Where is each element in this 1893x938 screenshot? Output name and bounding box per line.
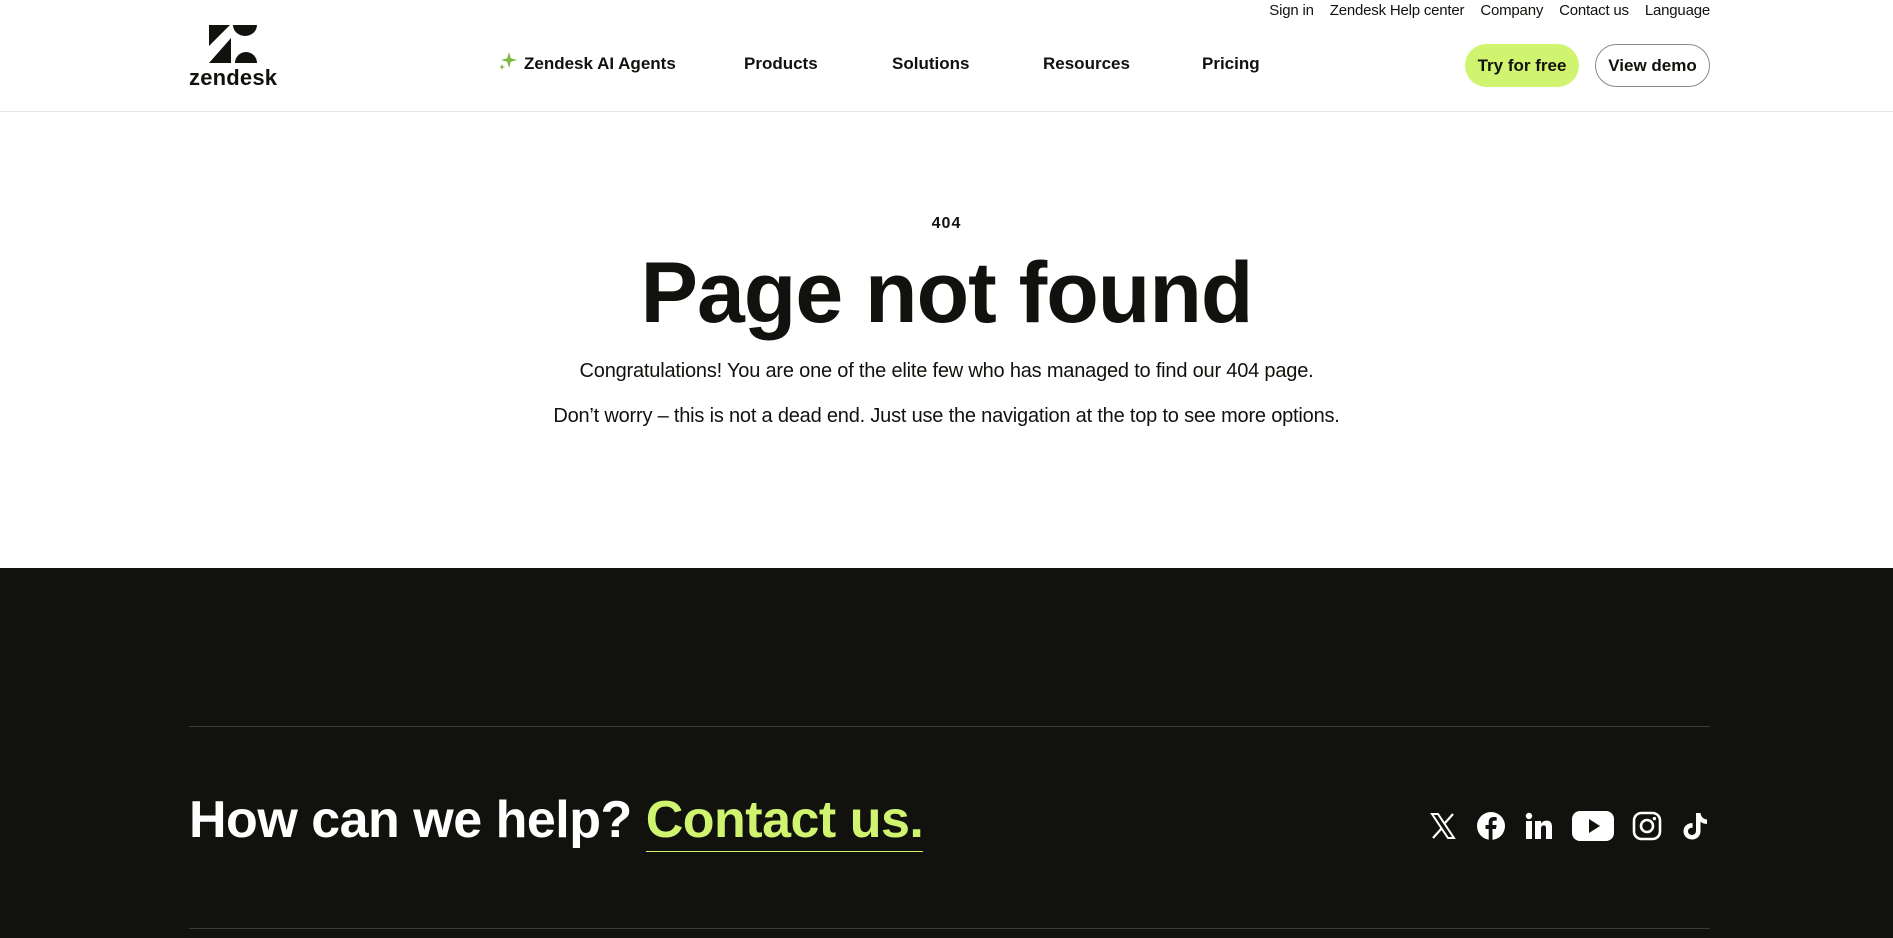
company-link[interactable]: Company — [1480, 2, 1543, 19]
contact-us-footer-link[interactable]: Contact us. — [645, 791, 924, 852]
error-code: 404 — [931, 215, 962, 232]
nav-ai-agents-label: Zendesk AI Agents — [524, 54, 676, 73]
linkedin-icon[interactable] — [1524, 811, 1554, 841]
footer-divider — [189, 726, 1710, 727]
sign-in-link[interactable]: Sign in — [1269, 2, 1314, 19]
site-header: Sign in Zendesk Help center Company Cont… — [0, 0, 1893, 112]
help-text: How can we help? — [189, 791, 632, 849]
utility-nav: Sign in Zendesk Help center Company Cont… — [1269, 2, 1710, 19]
youtube-icon[interactable] — [1572, 811, 1614, 841]
site-footer: How can we help? Contact us. — [0, 568, 1893, 938]
nav-products[interactable]: Products — [744, 54, 818, 74]
contact-us-link[interactable]: Contact us — [1559, 2, 1629, 19]
x-icon[interactable] — [1428, 811, 1458, 841]
social-links — [1428, 811, 1710, 841]
sparkle-icon — [499, 52, 517, 70]
page-title: Page not found — [640, 245, 1254, 341]
help-center-link[interactable]: Zendesk Help center — [1330, 2, 1465, 19]
nav-solutions[interactable]: Solutions — [892, 54, 969, 74]
nav-resources[interactable]: Resources — [1043, 54, 1130, 74]
error-message-1: Congratulations! You are one of the elit… — [579, 360, 1314, 382]
view-demo-button[interactable]: View demo — [1595, 44, 1710, 87]
facebook-icon[interactable] — [1476, 811, 1506, 841]
tiktok-icon[interactable] — [1680, 811, 1710, 841]
nav-pricing[interactable]: Pricing — [1202, 54, 1260, 74]
nav-ai-agents[interactable]: Zendesk AI Agents — [498, 52, 676, 74]
error-message-2: Don’t worry – this is not a dead end. Ju… — [553, 405, 1340, 427]
language-link[interactable]: Language — [1645, 2, 1710, 19]
try-for-free-button[interactable]: Try for free — [1465, 44, 1579, 87]
not-found-section: 404 Page not found Congratulations! You … — [0, 113, 1893, 568]
help-heading: How can we help? Contact us. — [189, 790, 924, 852]
footer-divider-bottom — [189, 928, 1710, 929]
instagram-icon[interactable] — [1632, 811, 1662, 841]
